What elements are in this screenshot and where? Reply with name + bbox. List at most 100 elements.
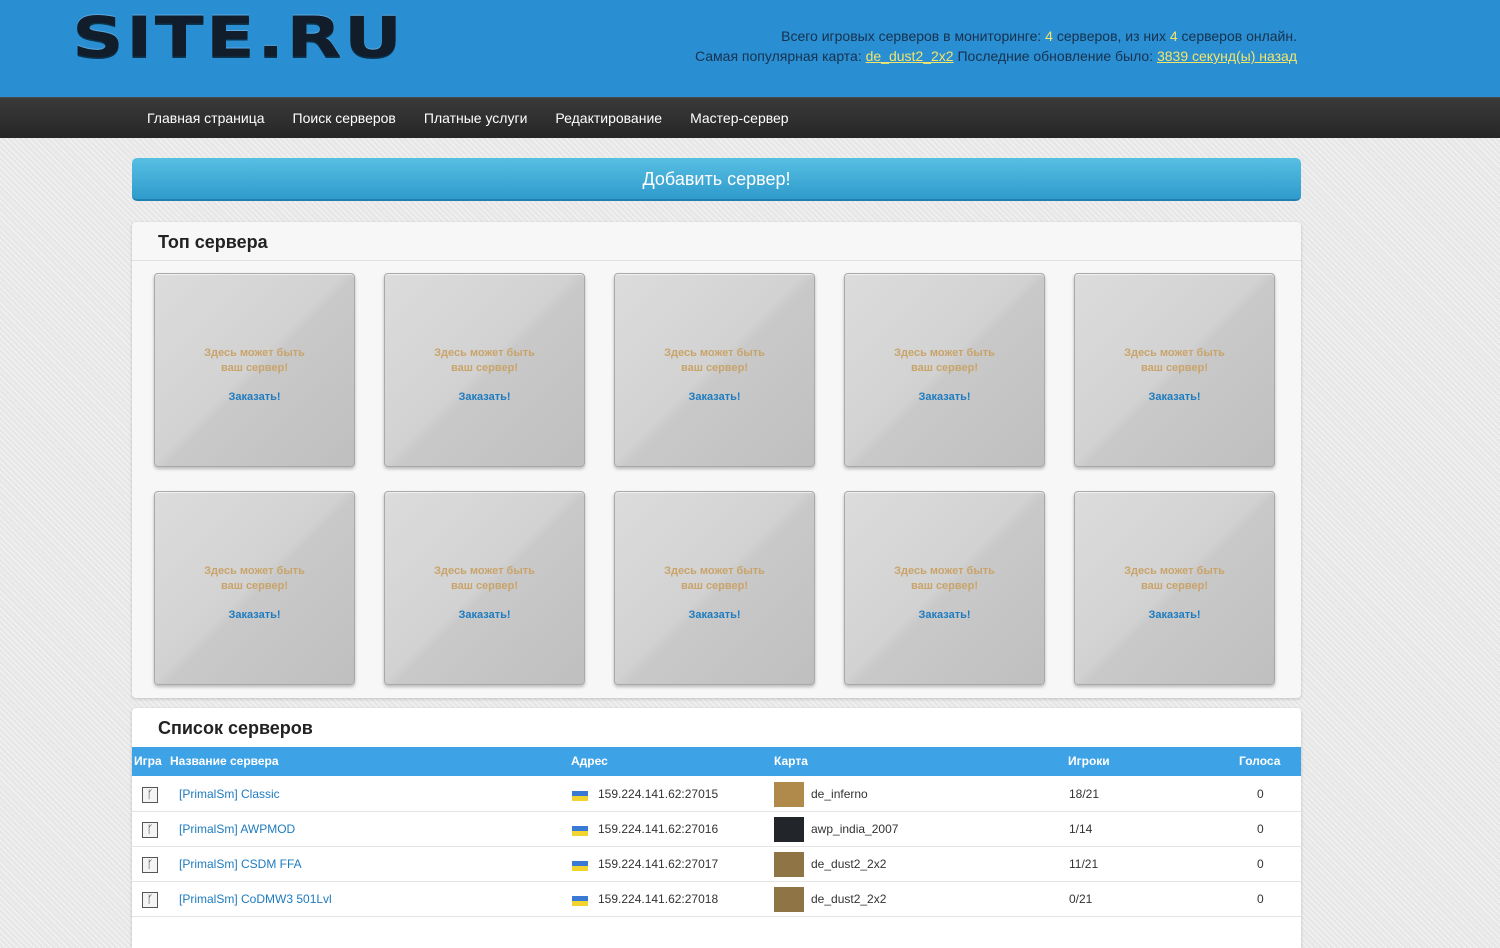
top-server-slot: Здесь может быть ваш сервер! Заказать!	[844, 491, 1045, 685]
map-thumbnail	[774, 782, 804, 807]
stats-online-label: серверов, из них	[1056, 28, 1166, 44]
server-address: 159.224.141.62:27015	[598, 787, 719, 801]
last-update-value[interactable]: 3839 секунд(ы) назад	[1157, 48, 1297, 64]
top-servers-panel: Топ сервера Здесь может быть ваш сервер! З…	[132, 222, 1301, 698]
slot-line-2: ваш сервер!	[220, 362, 289, 374]
table-row[interactable]: ᚴ [PrimalSm] AWPMOD 159.224.141.62:27016 aw…	[132, 812, 1301, 847]
order-slot-link[interactable]: Заказать!	[845, 609, 1044, 621]
server-address: 159.224.141.62:27018	[598, 892, 719, 906]
table-header: Игра Название сервера Адрес Карта Игроки…	[132, 747, 1301, 776]
vote-count: 0	[1257, 787, 1264, 801]
stats-total-count: 4	[1045, 28, 1053, 44]
stats-online-suffix: серверов онлайн.	[1181, 28, 1297, 44]
slot-line-2: ваш сервер!	[910, 362, 979, 374]
slot-line-1: Здесь может быть	[434, 347, 535, 359]
site-logo[interactable]: SITE.RU	[72, 9, 404, 65]
slot-placeholder-text: Здесь может быть ваш сервер!	[155, 564, 354, 594]
slot-line-2: ваш сервер!	[450, 580, 519, 592]
slot-line-1: Здесь может быть	[434, 565, 535, 577]
top-server-slot: Здесь может быть ваш сервер! Заказать!	[154, 491, 355, 685]
slot-line-2: ваш сервер!	[680, 362, 749, 374]
popular-map-link[interactable]: de_dust2_2x2	[866, 48, 954, 64]
vote-count: 0	[1257, 822, 1264, 836]
order-slot-link[interactable]: Заказать!	[155, 391, 354, 403]
order-slot-link[interactable]: Заказать!	[615, 609, 814, 621]
map-thumbnail	[774, 852, 804, 877]
counter-strike-icon: ᚴ	[142, 892, 158, 908]
server-address: 159.224.141.62:27016	[598, 822, 719, 836]
server-name-link[interactable]: [PrimalSm] Classic	[179, 777, 280, 812]
order-slot-link[interactable]: Заказать!	[845, 391, 1044, 403]
server-name-link[interactable]: [PrimalSm] CSDM FFA	[179, 847, 302, 882]
nav-items: Главная страница Поиск серверов Платные ус…	[133, 98, 803, 139]
panel-divider	[132, 260, 1301, 261]
map-name: de_dust2_2x2	[811, 857, 887, 871]
order-slot-link[interactable]: Заказать!	[155, 609, 354, 621]
slot-line-1: Здесь может быть	[894, 347, 995, 359]
nav-item[interactable]: Главная страница	[133, 98, 279, 139]
server-list-title: Список серверов	[158, 718, 313, 738]
top-server-slot: Здесь может быть ваш сервер! Заказать!	[1074, 491, 1275, 685]
top-servers-title: Топ сервера	[158, 232, 268, 252]
col-map[interactable]: Карта	[774, 747, 808, 776]
table-row[interactable]: ᚴ [PrimalSm] Classic 159.224.141.62:27015 d…	[132, 777, 1301, 812]
slot-line-2: ваш сервер!	[910, 580, 979, 592]
server-name-link[interactable]: [PrimalSm] CoDMW3 501Lvl	[179, 882, 332, 917]
player-count: 0/21	[1069, 892, 1093, 906]
add-server-button[interactable]: Добавить сервер!	[132, 158, 1301, 201]
slot-line-1: Здесь может быть	[664, 347, 765, 359]
order-slot-link[interactable]: Заказать!	[385, 391, 584, 403]
col-game[interactable]: Игра	[134, 747, 162, 776]
main-nav: Главная страница Поиск серверов Платные ус…	[0, 97, 1500, 138]
slot-line-2: ваш сервер!	[450, 362, 519, 374]
col-address[interactable]: Адрес	[571, 747, 608, 776]
col-players[interactable]: Игроки	[1068, 747, 1110, 776]
col-votes[interactable]: Голоса	[1239, 747, 1280, 776]
server-name-link[interactable]: [PrimalSm] AWPMOD	[179, 812, 295, 847]
top-server-slot: Здесь может быть ваш сервер! Заказать!	[614, 273, 815, 467]
player-count: 1/14	[1069, 822, 1093, 836]
slot-placeholder-text: Здесь может быть ваш сервер!	[385, 564, 584, 594]
order-slot-link[interactable]: Заказать!	[615, 391, 814, 403]
top-server-slot: Здесь может быть ваш сервер! Заказать!	[614, 491, 815, 685]
slot-placeholder-text: Здесь может быть ваш сервер!	[615, 346, 814, 376]
player-count: 11/21	[1069, 857, 1099, 871]
nav-item[interactable]: Поиск серверов	[279, 98, 410, 139]
ukraine-flag-icon	[572, 826, 588, 836]
ukraine-flag-icon	[572, 896, 588, 906]
stats-online-count: 4	[1169, 28, 1178, 44]
counter-strike-icon: ᚴ	[142, 857, 158, 873]
order-slot-link[interactable]: Заказать!	[1075, 391, 1274, 403]
map-name: de_inferno	[811, 787, 868, 801]
order-slot-link[interactable]: Заказать!	[1075, 609, 1274, 621]
vote-count: 0	[1257, 892, 1264, 906]
counter-strike-icon: ᚴ	[142, 787, 158, 803]
slot-placeholder-text: Здесь может быть ваш сервер!	[1075, 346, 1274, 376]
slot-line-1: Здесь может быть	[204, 565, 305, 577]
player-count: 18/21	[1069, 787, 1100, 801]
nav-item[interactable]: Мастер-сервер	[676, 98, 803, 139]
map-thumbnail	[774, 887, 804, 912]
top-server-slot: Здесь может быть ваш сервер! Заказать!	[384, 491, 585, 685]
slot-line-1: Здесь может быть	[1124, 347, 1225, 359]
map-name: awp_india_2007	[811, 822, 899, 836]
stats-line-2: Самая популярная карта: de_dust2_2x2 Пос…	[695, 46, 1297, 66]
table-row[interactable]: ᚴ [PrimalSm] CoDMW3 501Lvl 159.224.141.62:…	[132, 882, 1301, 917]
nav-item[interactable]: Редактирование	[541, 98, 676, 139]
map-thumbnail	[774, 817, 804, 842]
slot-line-2: ваш сервер!	[220, 580, 289, 592]
slot-line-1: Здесь может быть	[204, 347, 305, 359]
slot-placeholder-text: Здесь может быть ваш сервер!	[1075, 564, 1274, 594]
counter-strike-icon: ᚴ	[142, 822, 158, 838]
slot-placeholder-text: Здесь может быть ваш сервер!	[845, 346, 1044, 376]
order-slot-link[interactable]: Заказать!	[385, 609, 584, 621]
slot-placeholder-text: Здесь может быть ваш сервер!	[615, 564, 814, 594]
nav-item[interactable]: Платные услуги	[410, 98, 542, 139]
table-row[interactable]: ᚴ [PrimalSm] CSDM FFA 159.224.141.62:27017…	[132, 847, 1301, 882]
slot-line-2: ваш сервер!	[680, 580, 749, 592]
vote-count: 0	[1257, 857, 1264, 871]
top-server-slot: Здесь может быть ваш сервер! Заказать!	[154, 273, 355, 467]
map-name: de_dust2_2x2	[811, 892, 887, 906]
top-server-slot: Здесь может быть ваш сервер! Заказать!	[1074, 273, 1275, 467]
col-server-name[interactable]: Название сервера	[170, 747, 279, 776]
